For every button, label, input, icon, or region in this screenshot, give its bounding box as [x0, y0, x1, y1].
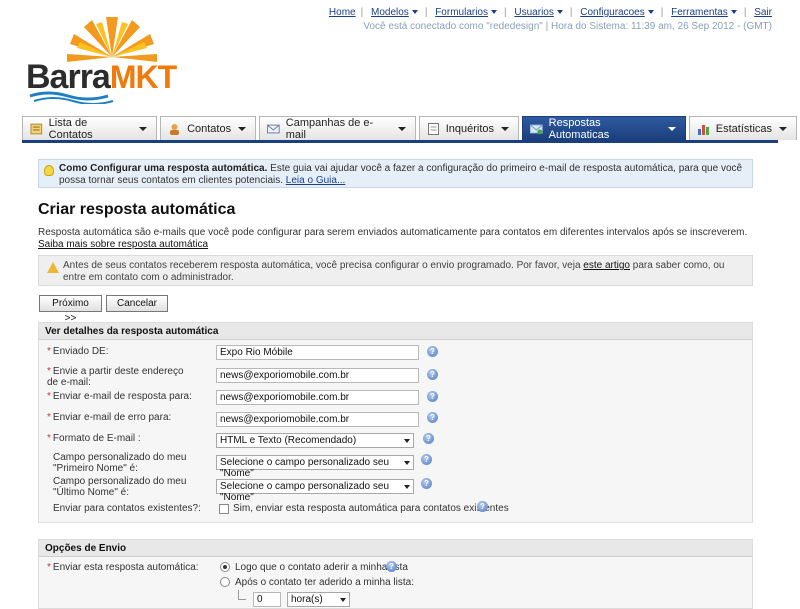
- details-panel: Ver detalhes da resposta automática * Env…: [38, 322, 753, 523]
- help-icon[interactable]: ?: [427, 391, 438, 402]
- help-icon[interactable]: ?: [427, 346, 438, 357]
- existing-contacts-checkbox[interactable]: [219, 504, 229, 514]
- chevron-down-icon: [340, 598, 346, 602]
- warning-box: Antes de seus contatos receberem respost…: [38, 255, 753, 286]
- from-email-input[interactable]: [216, 368, 419, 383]
- nav-modelos[interactable]: Modelos: [371, 7, 409, 18]
- chart-icon: [697, 124, 709, 135]
- nav-formularios[interactable]: Formularios: [435, 7, 488, 18]
- lightbulb-icon: [44, 165, 54, 176]
- help-icon[interactable]: ?: [421, 478, 432, 489]
- from-name-input[interactable]: [216, 345, 419, 360]
- chevron-down-icon: [397, 126, 406, 131]
- chevron-down-icon: [556, 9, 563, 14]
- warning-text-pre: Antes de seus contatos receberem respost…: [63, 260, 584, 271]
- chevron-down-icon: [501, 126, 509, 131]
- chevron-down-icon: [779, 126, 788, 131]
- nav-ferramentas[interactable]: Ferramentas: [671, 7, 728, 18]
- guide-title: Como Configurar uma resposta automática.: [59, 163, 268, 174]
- top-navigation: Home | Modelos | Formularios | Usuarios | Co…: [328, 7, 772, 18]
- send-after-label: Após o contato ter aderido a minha lista…: [235, 577, 414, 588]
- logo-wordmark: BarraMKT: [26, 58, 177, 96]
- page-description: Resposta automática são e-mails que você…: [38, 227, 758, 251]
- tab-lista-de-contatos[interactable]: Lista de Contatos: [22, 116, 158, 141]
- learn-more-link[interactable]: Saiba mais sobre resposta automática: [38, 239, 208, 250]
- tab-label: Inquéritos: [445, 122, 494, 135]
- chevron-down-icon: [667, 126, 676, 131]
- send-options-panel: Opções de Envio * Enviar esta resposta au…: [38, 539, 753, 609]
- lastname-field-select[interactable]: Selecione o campo personalizado seu "Nom…: [216, 479, 414, 503]
- next-button[interactable]: Próximo >>: [39, 295, 102, 324]
- help-icon[interactable]: ?: [427, 369, 438, 380]
- main-tabs: Lista de Contatos Contatos Campanhas de …: [22, 116, 800, 141]
- tab-label: Contatos: [187, 122, 232, 135]
- chevron-down-icon: [411, 9, 418, 14]
- session-info: Você está conectado como "rededesign" | …: [363, 21, 772, 32]
- tab-inqueritos[interactable]: Inquéritos: [418, 116, 519, 140]
- tab-campanhas[interactable]: Campanhas de e-mail: [259, 116, 416, 141]
- nav-home[interactable]: Home: [329, 7, 356, 18]
- tab-respostas-automaticas[interactable]: Respostas Automaticas: [522, 116, 686, 141]
- guide-link[interactable]: Leia o Guia...: [286, 175, 345, 186]
- chevron-down-icon: [404, 485, 410, 489]
- send-immediately-label: Logo que o contato aderir a minha lista: [235, 562, 408, 573]
- contacts-icon: [170, 123, 180, 135]
- details-panel-title: Ver detalhes da resposta automática: [39, 323, 752, 340]
- tab-label: Lista de Contatos: [48, 116, 93, 141]
- send-immediately-radio[interactable]: [220, 562, 230, 572]
- help-icon[interactable]: ?: [477, 501, 488, 512]
- chevron-down-icon: [730, 9, 737, 14]
- nav-sair[interactable]: Sair: [754, 7, 772, 18]
- chevron-down-icon: [404, 461, 410, 465]
- barramkt-logo[interactable]: BarraMKT: [22, 12, 192, 107]
- tree-connector: [238, 590, 246, 600]
- nav-configuracoes[interactable]: Configuracoes: [580, 7, 644, 18]
- help-icon[interactable]: ?: [427, 412, 438, 423]
- chevron-down-icon: [238, 126, 247, 131]
- help-icon[interactable]: ?: [423, 433, 434, 444]
- tab-label: Estatísticas: [715, 122, 773, 135]
- chevron-down-icon: [139, 126, 148, 131]
- send-after-radio[interactable]: [220, 577, 230, 587]
- guide-infobar: Como Configurar uma resposta automática.…: [38, 159, 753, 188]
- format-select[interactable]: HTML e Texto (Recomendado): [216, 433, 414, 448]
- wave-decoration: [29, 91, 114, 104]
- survey-icon: [427, 122, 439, 135]
- page-title: Criar resposta automática: [38, 201, 236, 218]
- help-icon[interactable]: ?: [386, 561, 397, 572]
- send-options-title: Opções de Envio: [39, 540, 752, 557]
- nav-usuarios[interactable]: Usuarios: [514, 7, 553, 18]
- existing-contacts-label: Sim, enviar esta resposta automática par…: [233, 503, 509, 514]
- tab-contatos[interactable]: Contatos: [160, 116, 257, 140]
- warning-icon: [47, 262, 59, 273]
- bounce-email-input[interactable]: [216, 412, 419, 427]
- help-icon[interactable]: ?: [421, 454, 432, 465]
- chevron-down-icon: [491, 9, 497, 14]
- tab-underline: [22, 140, 778, 143]
- firstname-field-select[interactable]: Selecione o campo personalizado seu "Nom…: [216, 455, 414, 479]
- description-text: Resposta automática são e-mails que você…: [38, 227, 748, 238]
- chevron-down-icon: [404, 439, 410, 443]
- chevron-down-icon: [647, 9, 654, 14]
- autoresponder-icon: [530, 124, 543, 134]
- email-icon: [267, 124, 280, 133]
- contact-list-icon: [30, 123, 43, 134]
- tab-label: Campanhas de e-mail: [285, 116, 374, 141]
- tab-estatisticas[interactable]: Estatísticas: [688, 116, 798, 140]
- article-link[interactable]: este artigo: [583, 260, 630, 271]
- tab-label: Respostas Automaticas: [548, 116, 610, 141]
- cancel-button[interactable]: Cancelar: [106, 295, 168, 312]
- reply-email-input[interactable]: [216, 390, 419, 405]
